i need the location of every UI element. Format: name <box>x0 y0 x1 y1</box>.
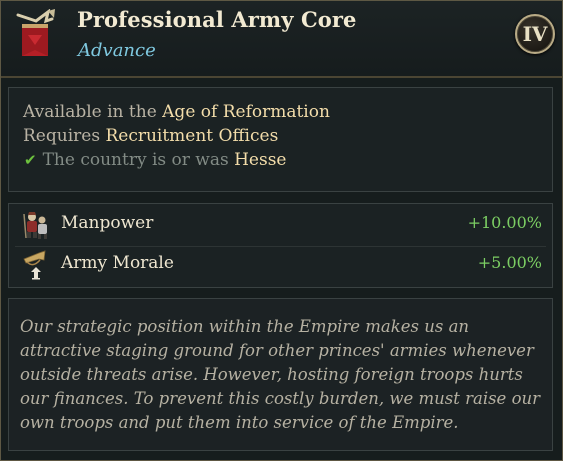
red-banner-trumpet-icon <box>16 9 55 56</box>
flavor-description: Our strategic position within the Empire… <box>20 317 541 432</box>
checkmark-icon: ✔ <box>24 151 37 169</box>
modifier-value: +5.00% <box>477 253 542 272</box>
advance-type-label: Advance <box>78 40 156 61</box>
modifier-row[interactable]: Manpower +10.00% <box>9 206 552 247</box>
modifiers-panel: Manpower +10.00% Army Morale +5.00% <box>8 203 553 288</box>
age-requirement: Available in the Age of Reformation <box>23 102 330 122</box>
age-value-link[interactable]: Age of Reformation <box>162 102 330 122</box>
manpower-soldiers-icon <box>23 212 47 239</box>
country-value-link[interactable]: Hesse <box>234 150 286 170</box>
army-morale-bugle-icon <box>23 250 46 280</box>
advance-title: Professional Army Core <box>77 7 357 32</box>
advance-tooltip: Professional Army Core Advance IV Availa… <box>0 0 563 461</box>
modifier-label: Army Morale <box>61 253 174 273</box>
requires-prefix: Requires <box>23 126 106 146</box>
modifier-row[interactable]: Army Morale +5.00% <box>9 246 552 284</box>
country-prefix: The country is or was <box>42 150 235 170</box>
tier-badge: IV <box>515 14 555 54</box>
country-requirement: ✔ The country is or was Hesse <box>24 150 287 170</box>
requires-value-link[interactable]: Recruitment Offices <box>105 126 278 146</box>
description-panel: Our strategic position within the Empire… <box>8 298 553 451</box>
prerequisite-requirement: Requires Recruitment Offices <box>23 126 278 146</box>
requirements-panel: Available in the Age of Reformation Requ… <box>8 87 553 192</box>
modifier-value: +10.00% <box>467 213 542 232</box>
age-prefix: Available in the <box>23 102 163 122</box>
modifier-label: Manpower <box>61 213 154 233</box>
tooltip-header: Professional Army Core Advance IV <box>1 1 562 78</box>
